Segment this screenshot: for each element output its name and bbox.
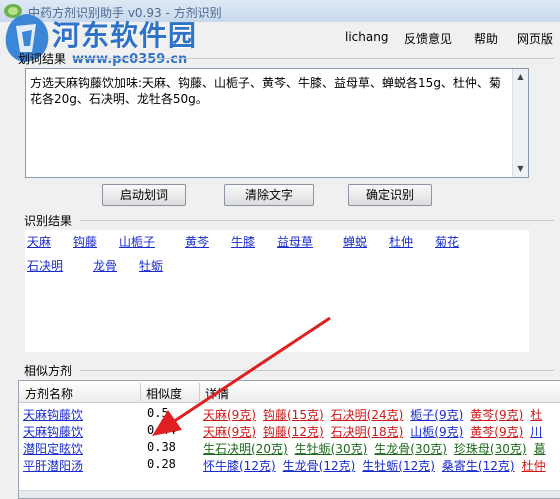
herb-link[interactable]: 益母草 xyxy=(277,233,313,250)
detail-herb[interactable]: 桑寄生(12克) xyxy=(442,459,515,473)
formula-name-link[interactable]: 平肝潜阳汤 xyxy=(23,457,83,474)
detail-herb[interactable]: 黄芩(9克) xyxy=(470,408,523,422)
clear-text-button[interactable]: 清除文字 xyxy=(224,184,314,206)
formula-name-link[interactable]: 天麻钩藤饮 xyxy=(23,423,83,440)
menu-web-version[interactable]: 网页版 xyxy=(517,30,553,47)
detail-herb[interactable]: 生石决明(20克) xyxy=(203,442,288,456)
watermark-url: www.pc0359.cn xyxy=(72,52,188,67)
table-row[interactable]: 天麻钩藤饮 0.44 天麻(9克) 钩藤(12克) 石决明(18克) 山栀(9克) 黄芩… xyxy=(19,422,560,439)
text-scrollbar[interactable]: ▲ ▼ xyxy=(512,69,528,177)
detail-herb[interactable]: 天麻(9克) xyxy=(203,408,256,422)
detail-herb[interactable]: 杜仲 xyxy=(522,459,546,473)
menu-user[interactable]: lichang xyxy=(345,30,388,44)
input-section-divider xyxy=(74,58,554,59)
column-divider[interactable] xyxy=(140,383,141,401)
formula-section-divider xyxy=(80,370,554,371)
detail-herb[interactable]: 怀牛膝(12克) xyxy=(203,459,276,473)
similar-formula-table: 方剂名称 相似度 详情 天麻钩藤饮 0.5 天麻(9克) 钩藤(15克) 石决明(2… xyxy=(18,380,560,499)
formula-details: 生石决明(20克) 生牡蛎(30克) 生龙骨(30克) 珍珠母(30克) 葛 xyxy=(203,440,553,457)
formula-name-link[interactable]: 潜阳定眩饮 xyxy=(23,440,83,457)
detail-herb[interactable]: 生龙骨(30克) xyxy=(374,442,447,456)
detail-herb[interactable]: 川 xyxy=(530,425,542,439)
column-header-score[interactable]: 相似度 xyxy=(146,385,182,402)
herb-link[interactable]: 牛膝 xyxy=(231,233,255,250)
similarity-score: 0.28 xyxy=(147,457,176,471)
menu-feedback[interactable]: 反馈意见 xyxy=(404,30,452,47)
selection-text: 方选天麻钩藤饮加味:天麻、钩藤、山栀子、黄芩、牛膝、益母草、蝉蜕各15g、杜仲、… xyxy=(30,76,501,106)
detail-herb[interactable]: 石决明(24克) xyxy=(331,408,404,422)
detail-herb[interactable]: 葛 xyxy=(534,442,546,456)
herb-link[interactable]: 山栀子 xyxy=(119,233,155,250)
table-row[interactable]: 潜阳定眩饮 0.38 生石决明(20克) 生牡蛎(30克) 生龙骨(30克) 珍珠母(… xyxy=(19,439,560,456)
herb-link[interactable]: 钩藤 xyxy=(73,233,97,250)
input-section-label: 划词结果 xyxy=(18,52,67,66)
herb-link[interactable]: 龙骨 xyxy=(93,257,117,274)
scroll-down-icon[interactable]: ▼ xyxy=(513,161,528,177)
detail-herb[interactable]: 钩藤(12克) xyxy=(263,425,324,439)
herb-link[interactable]: 石决明 xyxy=(27,257,63,274)
detail-herb[interactable]: 生牡蛎(30克) xyxy=(295,442,368,456)
herb-link[interactable]: 菊花 xyxy=(435,233,459,250)
detail-herb[interactable]: 生龙骨(12克) xyxy=(283,459,356,473)
selection-text-area[interactable]: 方选天麻钩藤饮加味:天麻、钩藤、山栀子、黄芩、牛膝、益母草、蝉蜕各15g、杜仲、… xyxy=(25,68,529,178)
column-divider[interactable] xyxy=(199,383,200,401)
start-selection-button[interactable]: 启动划词 xyxy=(102,184,186,206)
herb-section-divider xyxy=(80,220,554,221)
watermark-name: 河东软件园 xyxy=(52,19,198,52)
menu-help[interactable]: 帮助 xyxy=(474,30,498,47)
formula-name-link[interactable]: 天麻钩藤饮 xyxy=(23,406,83,423)
detail-herb[interactable]: 杜 xyxy=(530,408,542,422)
detail-herb[interactable]: 钩藤(15克) xyxy=(263,408,324,422)
detail-herb[interactable]: 栀子(9克) xyxy=(410,408,463,422)
table-horizontal-scrollbar[interactable] xyxy=(19,490,560,498)
detail-herb[interactable]: 石决明(18克) xyxy=(331,425,404,439)
detail-herb[interactable]: 天麻(9克) xyxy=(203,425,256,439)
herb-link[interactable]: 黄芩 xyxy=(185,233,209,250)
table-header: 方剂名称 相似度 详情 xyxy=(19,381,560,403)
herb-results-box: 天麻 钩藤 山栀子 黄芩 牛膝 益母草 蝉蜕 杜仲 菊花 石决明 龙骨 牡蛎 xyxy=(25,230,529,352)
herb-link[interactable]: 牡蛎 xyxy=(139,257,163,274)
herb-link[interactable]: 天麻 xyxy=(27,233,51,250)
column-header-detail[interactable]: 详情 xyxy=(205,385,229,402)
formula-details: 怀牛膝(12克) 生龙骨(12克) 生牡蛎(12克) 桑寄生(12克) 杜仲 xyxy=(203,457,553,474)
herb-link[interactable]: 蝉蜕 xyxy=(343,233,367,250)
similarity-score: 0.38 xyxy=(147,440,176,454)
confirm-recognize-button[interactable]: 确定识别 xyxy=(348,184,432,206)
column-header-name[interactable]: 方剂名称 xyxy=(25,385,73,402)
scroll-up-icon[interactable]: ▲ xyxy=(513,69,528,85)
detail-herb[interactable]: 生牡蛎(12克) xyxy=(362,459,435,473)
similarity-score: 0.5 xyxy=(147,406,169,420)
formula-details: 天麻(9克) 钩藤(12克) 石决明(18克) 山栀(9克) 黄芩(9克) 川 xyxy=(203,423,549,440)
table-row[interactable]: 天麻钩藤饮 0.5 天麻(9克) 钩藤(15克) 石决明(24克) 栀子(9克) 黄芩(… xyxy=(19,405,560,422)
herb-section-label: 识别结果 xyxy=(24,214,73,228)
similarity-score: 0.44 xyxy=(147,423,176,437)
table-row[interactable]: 平肝潜阳汤 0.28 怀牛膝(12克) 生龙骨(12克) 生牡蛎(12克) 桑寄生(1… xyxy=(19,456,560,473)
detail-herb[interactable]: 黄芩(9克) xyxy=(470,425,523,439)
detail-herb[interactable]: 山栀(9克) xyxy=(410,425,463,439)
detail-herb[interactable]: 珍珠母(30克) xyxy=(454,442,527,456)
formula-section-label: 相似方剂 xyxy=(24,364,73,378)
herb-link[interactable]: 杜仲 xyxy=(389,233,413,250)
formula-details: 天麻(9克) 钩藤(15克) 石决明(24克) 栀子(9克) 黄芩(9克) 杜 xyxy=(203,406,549,423)
